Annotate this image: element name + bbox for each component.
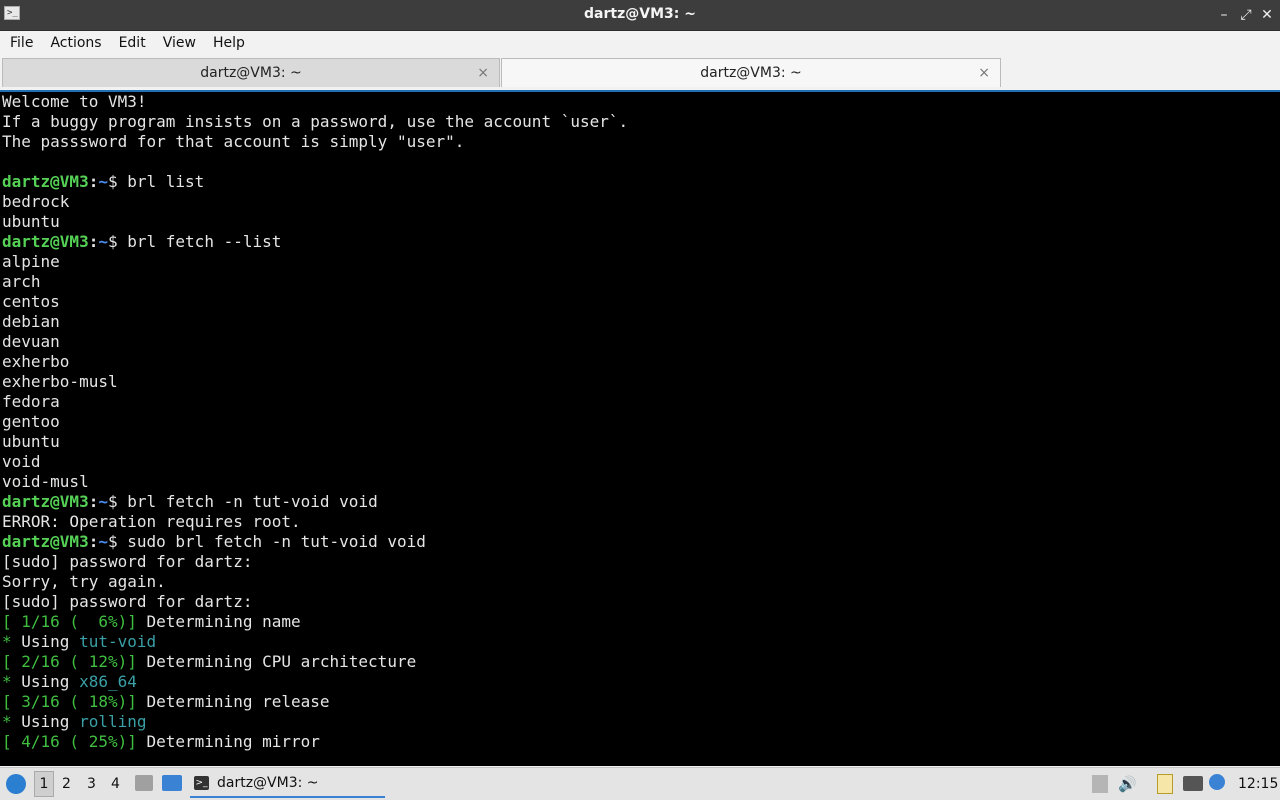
progress-line: [ 4/16 ( 25%)] Determining mirror xyxy=(2,732,320,751)
output-line: devuan xyxy=(2,332,60,351)
output-line: void xyxy=(2,452,41,471)
tab-close-icon[interactable]: × xyxy=(477,59,489,87)
output-line: ubuntu xyxy=(2,212,60,231)
menu-help[interactable]: Help xyxy=(203,31,252,51)
menu-view[interactable]: View xyxy=(153,31,203,51)
window-title: dartz@VM3: ~ xyxy=(584,6,696,22)
command-text: brl fetch --list xyxy=(127,232,282,251)
output-line: void-musl xyxy=(2,472,89,491)
volume-icon[interactable]: 🔊 xyxy=(1118,775,1137,793)
update-notifier-icon[interactable] xyxy=(1209,774,1225,790)
output-line: debian xyxy=(2,312,60,331)
prompt-line: dartz@VM3:~$ brl fetch --list xyxy=(2,232,282,251)
tab-terminal-1[interactable]: dartz@VM3: ~ × xyxy=(2,58,500,87)
clock[interactable]: 12:15 xyxy=(1238,776,1278,792)
terminal-icon: >_ xyxy=(194,776,209,790)
prompt-path: ~ xyxy=(98,492,108,511)
prompt-user: dartz@VM3 xyxy=(2,172,89,191)
output-line: alpine xyxy=(2,252,60,271)
start-menu-icon[interactable] xyxy=(6,774,26,794)
tab-close-icon[interactable]: × xyxy=(978,59,990,87)
menu-actions[interactable]: Actions xyxy=(40,31,108,51)
prompt-path: ~ xyxy=(98,532,108,551)
prompt-line: dartz@VM3:~$ sudo brl fetch -n tut-void … xyxy=(2,532,426,551)
task-label: dartz@VM3: ~ xyxy=(217,775,319,791)
tab-terminal-2[interactable]: dartz@VM3: ~ × xyxy=(501,58,1001,87)
tray-up-arrow-icon[interactable] xyxy=(1092,775,1108,793)
sudo-prompt-line: [sudo] password for dartz: xyxy=(2,592,253,611)
prompt-path: ~ xyxy=(98,172,108,191)
close-icon[interactable]: ✕ xyxy=(1259,6,1275,24)
command-text: brl list xyxy=(127,172,205,191)
terminal-line: The passsword for that account is simply… xyxy=(2,132,465,151)
output-line: arch xyxy=(2,272,41,291)
prompt-path: ~ xyxy=(98,232,108,251)
workspace-1[interactable]: 1 xyxy=(34,771,54,797)
prompt-user: dartz@VM3 xyxy=(2,492,89,511)
output-line: fedora xyxy=(2,392,60,411)
output-line: gentoo xyxy=(2,412,60,431)
output-line: Sorry, try again. xyxy=(2,572,166,591)
output-line: centos xyxy=(2,292,60,311)
prompt-line: dartz@VM3:~$ brl list xyxy=(2,172,205,191)
workspace-3[interactable]: 3 xyxy=(87,776,96,792)
window-titlebar: >_ dartz@VM3: ~ – ⤢ ✕ xyxy=(0,0,1280,31)
terminal-line: If a buggy program insists on a password… xyxy=(2,112,629,131)
output-line: ubuntu xyxy=(2,432,60,451)
progress-line: [ 2/16 ( 12%)] Determining CPU architect… xyxy=(2,652,417,671)
tab-bar: dartz@VM3: ~ × dartz@VM3: ~ × xyxy=(0,57,1280,89)
output-line: exherbo-musl xyxy=(2,372,118,391)
menu-edit[interactable]: Edit xyxy=(109,31,153,51)
output-line: exherbo xyxy=(2,352,70,371)
prompt-line: dartz@VM3:~$ brl fetch -n tut-void void xyxy=(2,492,378,511)
menu-bar: File Actions Edit View Help xyxy=(0,31,1280,57)
clipboard-icon[interactable] xyxy=(1157,774,1173,794)
prompt-user: dartz@VM3 xyxy=(2,232,89,251)
tab-label: dartz@VM3: ~ xyxy=(200,65,302,81)
using-line: * Using tut-void xyxy=(2,632,157,651)
progress-line: [ 1/16 ( 6%)] Determining name xyxy=(2,612,301,631)
prompt-user: dartz@VM3 xyxy=(2,532,89,551)
taskbar: 1 2 3 4 >_ dartz@VM3: ~ 🔊 12:15 xyxy=(0,767,1280,800)
workspace-2[interactable]: 2 xyxy=(62,776,71,792)
terminal-output[interactable]: Welcome to VM3! If a buggy program insis… xyxy=(0,90,1280,766)
file-manager-icon[interactable] xyxy=(135,775,153,791)
restore-icon[interactable]: ⤢ xyxy=(1238,6,1254,24)
workspace-4[interactable]: 4 xyxy=(111,776,120,792)
progress-line: [ 3/16 ( 18%)] Determining release xyxy=(2,692,330,711)
command-text: brl fetch -n tut-void void xyxy=(127,492,378,511)
using-line: * Using rolling xyxy=(2,712,147,731)
output-line: bedrock xyxy=(2,192,70,211)
taskbar-task-terminal[interactable]: >_ dartz@VM3: ~ xyxy=(190,770,385,798)
command-text: sudo brl fetch -n tut-void void xyxy=(127,532,426,551)
terminal-line: Welcome to VM3! xyxy=(2,92,147,111)
menu-file[interactable]: File xyxy=(0,31,40,51)
error-line: ERROR: Operation requires root. xyxy=(2,512,301,531)
network-icon[interactable] xyxy=(1183,776,1203,791)
minimize-icon[interactable]: – xyxy=(1216,6,1232,24)
sudo-prompt-line: [sudo] password for dartz: xyxy=(2,552,253,571)
tab-label: dartz@VM3: ~ xyxy=(700,65,802,81)
using-line: * Using x86_64 xyxy=(2,672,137,691)
show-desktop-icon[interactable] xyxy=(162,775,182,791)
